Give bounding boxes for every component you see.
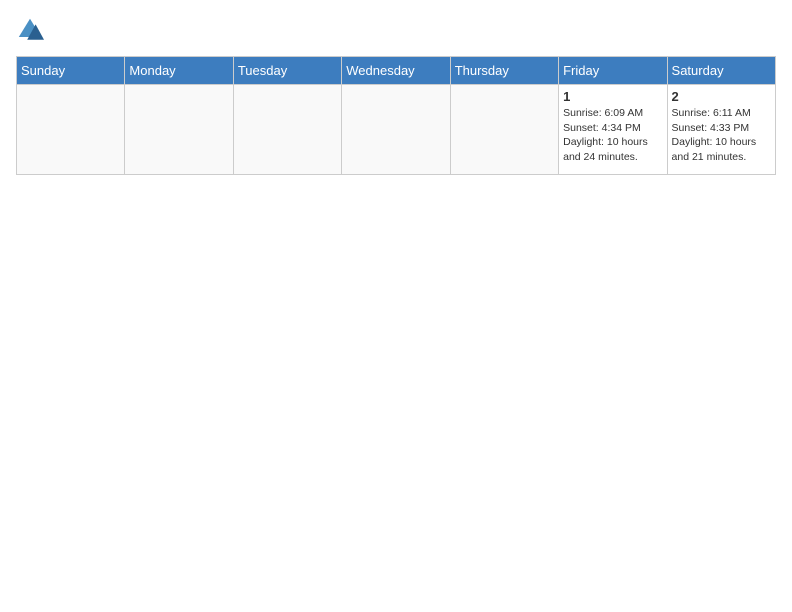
weekday-header-thursday: Thursday <box>450 57 558 85</box>
day-number: 2 <box>672 89 771 104</box>
logo-icon <box>16 16 44 44</box>
weekday-header-sunday: Sunday <box>17 57 125 85</box>
calendar-day-cell: 1 Sunrise: 6:09 AMSunset: 4:34 PMDaylight… <box>559 85 667 175</box>
calendar-header-row: SundayMondayTuesdayWednesdayThursdayFrid… <box>17 57 776 85</box>
day-info: Sunrise: 6:09 AMSunset: 4:34 PMDaylight:… <box>563 106 662 165</box>
page-header <box>16 16 776 44</box>
calendar-day-cell <box>233 85 341 175</box>
weekday-header-wednesday: Wednesday <box>342 57 450 85</box>
logo <box>16 16 48 44</box>
day-number: 1 <box>563 89 662 104</box>
weekday-header-tuesday: Tuesday <box>233 57 341 85</box>
calendar-day-cell: 2 Sunrise: 6:11 AMSunset: 4:33 PMDaylight… <box>667 85 775 175</box>
day-info: Sunrise: 6:11 AMSunset: 4:33 PMDaylight:… <box>672 106 771 165</box>
calendar-day-cell <box>125 85 233 175</box>
calendar-table: SundayMondayTuesdayWednesdayThursdayFrid… <box>16 56 776 175</box>
calendar-day-cell <box>342 85 450 175</box>
calendar-day-cell <box>17 85 125 175</box>
calendar-day-cell <box>450 85 558 175</box>
weekday-header-monday: Monday <box>125 57 233 85</box>
weekday-header-saturday: Saturday <box>667 57 775 85</box>
weekday-header-friday: Friday <box>559 57 667 85</box>
calendar-week-row: 1 Sunrise: 6:09 AMSunset: 4:34 PMDaylight… <box>17 85 776 175</box>
